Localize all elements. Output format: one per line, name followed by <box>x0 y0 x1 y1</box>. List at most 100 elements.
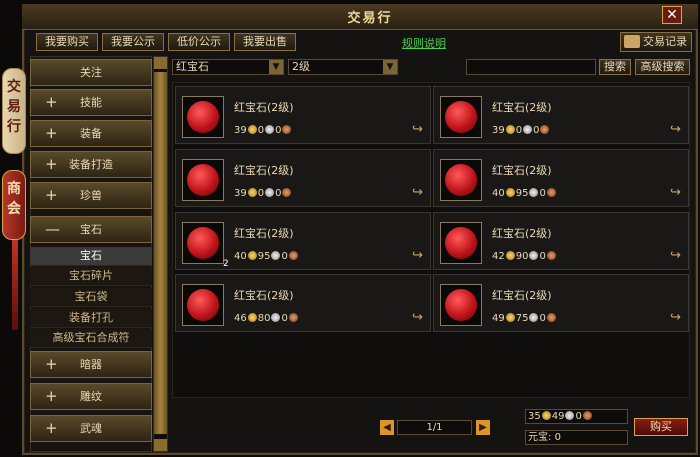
category-forging[interactable]: + 装备打造 <box>30 151 152 178</box>
copper-coin-icon <box>546 313 556 322</box>
item-name: 红宝石(2级) <box>234 227 294 240</box>
item-select[interactable]: 红宝石 ▼ <box>172 59 284 75</box>
level-select[interactable]: 2级 ▼ <box>288 59 398 75</box>
gold-coin-icon <box>541 411 551 420</box>
ruby-icon <box>187 227 219 259</box>
scroll-up-arrow-icon[interactable] <box>154 57 167 69</box>
search-input[interactable] <box>466 59 596 75</box>
prev-page-button[interactable]: ◀ <box>380 420 394 435</box>
listing-card[interactable]: 红宝石(2级) 40 95 0 ↪ <box>433 149 689 207</box>
buy-arrow-icon[interactable]: ↪ <box>412 249 428 263</box>
copper-coin-icon <box>582 411 592 420</box>
copper-coin-icon <box>282 188 292 197</box>
copper-coin-icon <box>540 125 550 134</box>
subcategory-gem-fragment[interactable]: 宝石碎片 <box>30 267 152 286</box>
silver-coin-icon <box>565 411 575 420</box>
item-thumb[interactable] <box>440 96 482 138</box>
expand-icon: + <box>45 186 58 204</box>
buy-arrow-icon[interactable]: ↪ <box>670 123 686 137</box>
category-skill[interactable]: + 技能 <box>30 89 152 116</box>
buy-arrow-icon[interactable]: ↪ <box>412 123 428 137</box>
item-thumb[interactable] <box>440 284 482 326</box>
listing-card[interactable]: 红宝石(2级) 46 80 0 ↪ <box>175 274 431 332</box>
listing-card[interactable]: 红宝石(2级) 39 0 0 ↪ <box>175 149 431 207</box>
side-tab-guild[interactable]: 商会 <box>2 170 26 240</box>
subcategory-gem-synthesis[interactable]: 高级宝石合成符 <box>30 329 152 348</box>
gold-coin-icon <box>505 313 515 322</box>
tab-buy[interactable]: 我要购买 <box>36 33 98 51</box>
silver-coin-icon <box>529 251 539 260</box>
stack-count: 2 <box>223 259 229 269</box>
category-follow[interactable]: 关注 <box>30 59 152 86</box>
expand-icon: + <box>45 387 58 405</box>
category-gem[interactable]: — 宝石 <box>30 216 152 243</box>
level-select-value: 2级 <box>292 60 310 73</box>
item-name: 红宝石(2级) <box>234 289 294 302</box>
listing-card[interactable]: 红宝石(2级) 39 0 0 ↪ <box>175 86 431 144</box>
subcategory-gem[interactable]: 宝石 <box>30 247 152 266</box>
category-equipment[interactable]: + 装备 <box>30 120 152 147</box>
item-thumb[interactable]: 2 <box>182 222 229 269</box>
ruby-icon <box>445 289 477 321</box>
item-thumb[interactable] <box>440 222 482 264</box>
item-price: 49 75 0 <box>492 313 612 325</box>
tab-low-price[interactable]: 低价公示 <box>168 33 230 51</box>
copper-coin-icon <box>282 125 292 134</box>
category-pet[interactable]: + 珍兽 <box>30 182 152 209</box>
expand-icon: + <box>45 124 58 142</box>
dropdown-arrow-icon: ▼ <box>383 60 397 74</box>
category-label: 关注 <box>80 66 102 79</box>
side-tab-label: 交易行 <box>7 79 21 135</box>
category-label: 暗器 <box>80 358 102 371</box>
records-label: 交易记录 <box>643 35 687 48</box>
item-name: 红宝石(2级) <box>234 164 294 177</box>
item-thumb[interactable] <box>182 159 224 201</box>
buy-arrow-icon[interactable]: ↪ <box>412 311 428 325</box>
tab-sell[interactable]: 我要出售 <box>234 33 296 51</box>
expand-icon: + <box>45 419 58 437</box>
category-hidden-weapon[interactable]: + 暗器 <box>30 351 152 378</box>
scroll-icon <box>624 35 640 48</box>
yuanbao-display: 元宝: 0 <box>525 430 628 445</box>
buy-arrow-icon[interactable]: ↪ <box>670 186 686 200</box>
buy-button[interactable]: 购买 <box>634 418 688 436</box>
copper-coin-icon <box>546 188 556 197</box>
rules-link[interactable]: 规则说明 <box>402 35 462 50</box>
item-name: 红宝石(2级) <box>492 227 552 240</box>
listing-card[interactable]: 2 红宝石(2级) 40 95 0 ↪ <box>175 212 431 270</box>
scroll-thumb[interactable] <box>154 72 167 434</box>
close-button[interactable]: ✕ <box>662 6 682 24</box>
listing-card[interactable]: 红宝石(2级) 42 90 0 ↪ <box>433 212 689 270</box>
dropdown-arrow-icon: ▼ <box>269 60 283 74</box>
silver-coin-icon <box>271 251 281 260</box>
category-engraving[interactable]: + 雕纹 <box>30 383 152 410</box>
item-thumb[interactable] <box>182 96 224 138</box>
side-tab-trade[interactable]: 交易行 <box>2 68 26 154</box>
next-page-button[interactable]: ▶ <box>476 420 490 435</box>
item-thumb[interactable] <box>440 159 482 201</box>
ruby-icon <box>445 164 477 196</box>
search-button[interactable]: 搜索 <box>599 59 631 75</box>
silver-coin-icon <box>265 188 275 197</box>
scroll-down-arrow-icon[interactable] <box>154 439 167 451</box>
gold-coin-icon <box>247 188 257 197</box>
listing-card[interactable]: 红宝石(2级) 49 75 0 ↪ <box>433 274 689 332</box>
item-thumb[interactable] <box>182 284 224 326</box>
page-indicator: 1/1 <box>397 420 472 435</box>
item-price: 42 90 0 <box>492 251 612 263</box>
total-price-display: 35 49 0 <box>525 409 628 424</box>
category-label: 宝石 <box>80 223 102 236</box>
buy-arrow-icon[interactable]: ↪ <box>412 186 428 200</box>
buy-arrow-icon[interactable]: ↪ <box>670 311 686 325</box>
subcategory-gem-bag[interactable]: 宝石袋 <box>30 288 152 307</box>
ruby-icon <box>187 289 219 321</box>
listing-card[interactable]: 红宝石(2级) 39 0 0 ↪ <box>433 86 689 144</box>
gold-coin-icon <box>247 125 257 134</box>
category-label: 珍兽 <box>80 189 102 202</box>
gold-coin-icon <box>247 251 257 260</box>
category-martial-soul[interactable]: + 武魂 <box>30 415 152 442</box>
advanced-search-button[interactable]: 高级搜索 <box>635 59 690 75</box>
subcategory-socket[interactable]: 装备打孔 <box>30 309 152 328</box>
buy-arrow-icon[interactable]: ↪ <box>670 249 686 263</box>
tab-publicize[interactable]: 我要公示 <box>102 33 164 51</box>
